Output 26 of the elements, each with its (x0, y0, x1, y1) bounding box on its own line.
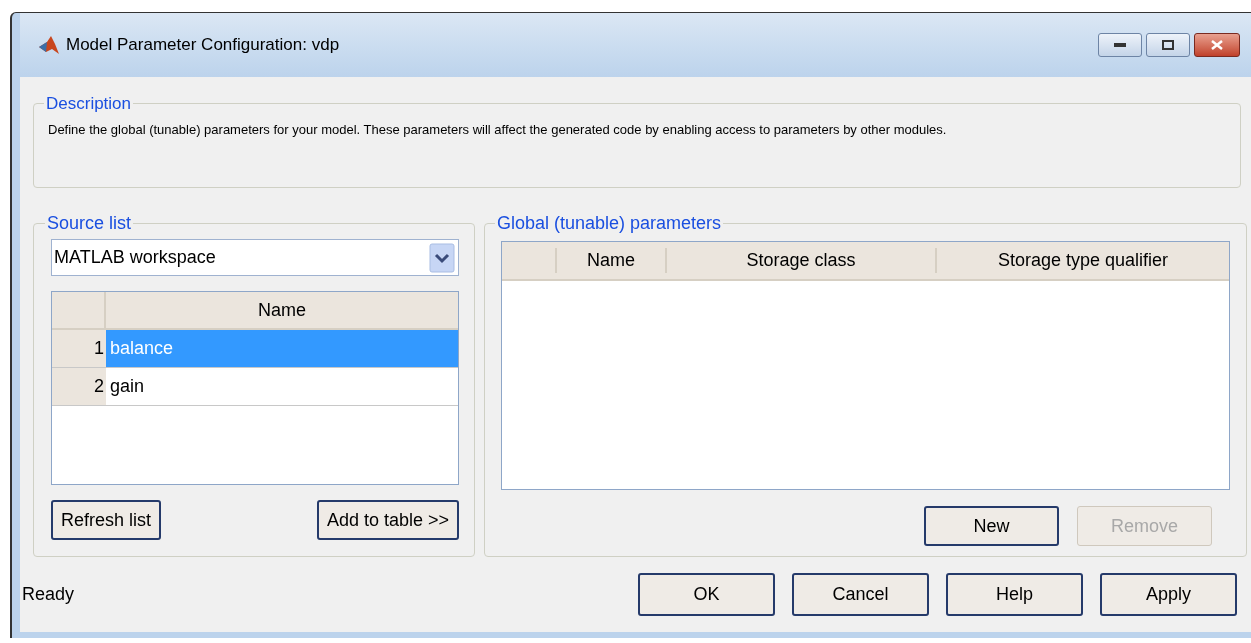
button[interactable]: New (924, 506, 1059, 546)
maximize-icon (1162, 40, 1174, 50)
button[interactable]: Apply (1100, 573, 1237, 616)
status-text: Ready (22, 583, 75, 606)
button[interactable]: OK (638, 573, 775, 616)
source-dropdown[interactable]: MATLAB workspace (51, 239, 459, 276)
close-button[interactable] (1194, 33, 1240, 57)
minimize-button[interactable] (1098, 33, 1142, 57)
button[interactable]: Add to table >> (316, 500, 459, 540)
column-header[interactable]: Storage type qualifier (937, 242, 1229, 279)
group-title: Global (tunable) parameters (496, 212, 723, 235)
button[interactable]: Refresh list (51, 500, 162, 540)
maximize-button[interactable] (1146, 33, 1190, 57)
close-icon (1211, 40, 1223, 50)
group-title: Source list (46, 212, 133, 235)
row-number: 1 (52, 330, 106, 367)
description-text: Define the global (tunable) parameters for your model. These parameters will affect the generated code by enabling access to parameters by other modules. (48, 120, 948, 139)
row-number: 2 (52, 368, 106, 405)
window-title: Model Parameter Configuration: vdp (66, 34, 340, 57)
button[interactable]: Cancel (792, 573, 929, 616)
column-header[interactable]: Name (557, 248, 667, 273)
group-title: Description (45, 93, 133, 115)
app-logo-icon (38, 35, 60, 55)
minimize-icon (1114, 43, 1126, 47)
button[interactable]: Help (946, 573, 1083, 616)
column-header[interactable]: Storage class (667, 248, 937, 273)
